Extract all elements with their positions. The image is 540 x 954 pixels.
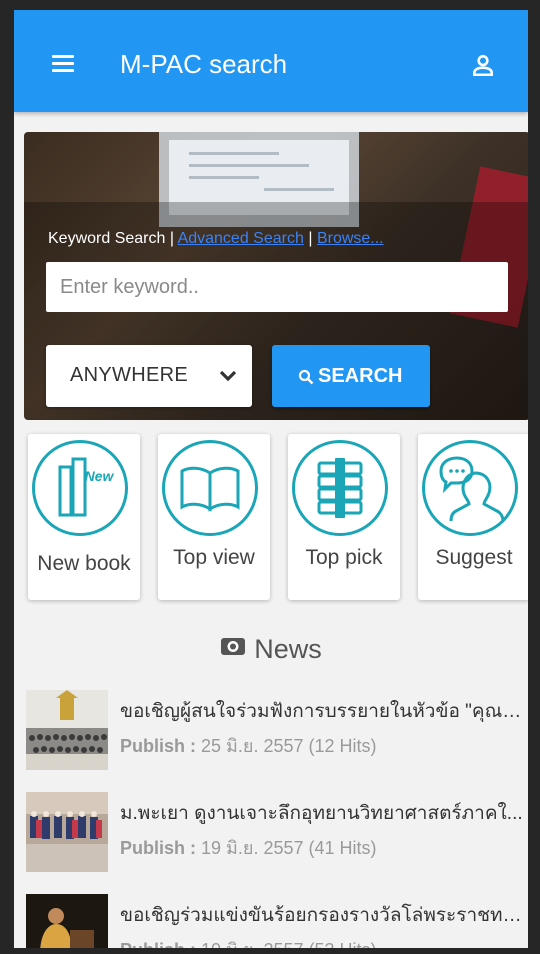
news-item-date: 25 มิ.ย. 2557 bbox=[201, 736, 304, 756]
hamburger-menu-icon[interactable] bbox=[48, 46, 82, 80]
user-account-icon[interactable] bbox=[470, 52, 500, 82]
svg-text:New: New bbox=[85, 468, 115, 484]
app-title: M-PAC search bbox=[120, 49, 288, 79]
news-thumbnail bbox=[26, 690, 108, 770]
news-item-meta: Publish : 10 มิ.ย. 2557 (53 Hits) bbox=[120, 935, 377, 948]
news-item-meta: Publish : 19 มิ.ย. 2557 (41 Hits) bbox=[120, 833, 377, 862]
search-hero-panel: Keyword Search | Advanced Search | Brows… bbox=[24, 132, 528, 420]
quick-link-label: Suggest bbox=[435, 546, 513, 569]
publish-label: Publish : bbox=[120, 940, 196, 948]
news-item[interactable]: ม.พะเยา ดูงานเจาะลึกอุทยานวิทยาศาสตร์ภาค… bbox=[26, 788, 528, 872]
news-item-hits: (53 Hits) bbox=[309, 940, 377, 948]
news-item-title[interactable]: ม.พะเยา ดูงานเจาะลึกอุทยานวิทยาศาสตร์ภาค… bbox=[120, 798, 524, 828]
chevron-down-icon bbox=[219, 370, 237, 382]
news-item-date: 19 มิ.ย. 2557 bbox=[201, 838, 304, 858]
news-item[interactable]: ขอเชิญผู้สนใจร่วมฟังการบรรยายในหัวข้อ "ค… bbox=[26, 686, 528, 770]
news-thumbnail bbox=[26, 792, 108, 872]
quick-link-label: New book bbox=[37, 552, 131, 575]
search-mode-row: Keyword Search | Advanced Search | Brows… bbox=[48, 230, 384, 248]
keyword-search-input[interactable] bbox=[46, 262, 508, 312]
publish-label: Publish : bbox=[120, 838, 196, 858]
quick-link-top-view[interactable]: Top view bbox=[158, 434, 270, 600]
app-bar: M-PAC search bbox=[14, 10, 528, 112]
open-book-icon bbox=[162, 440, 258, 536]
camera-icon bbox=[220, 633, 246, 664]
news-heading: News bbox=[14, 634, 528, 665]
news-thumbnail bbox=[26, 894, 108, 948]
search-scope-value: ANYWHERE bbox=[70, 364, 188, 386]
search-button-label: SEARCH bbox=[318, 365, 403, 387]
news-item-date: 10 มิ.ย. 2557 bbox=[201, 940, 303, 948]
quick-link-suggest[interactable]: Suggest bbox=[418, 434, 528, 600]
app-screen: M-PAC search Keyword Search | Advanced S… bbox=[14, 10, 528, 948]
quick-link-label: Top pick bbox=[305, 546, 383, 569]
news-item[interactable]: ขอเชิญร่วมแข่งขันร้อยกรองรางวัลโล่พระราช… bbox=[26, 890, 528, 948]
news-item-title[interactable]: ขอเชิญร่วมแข่งขันร้อยกรองรางวัลโล่พระราช… bbox=[120, 900, 524, 930]
quick-link-new-book[interactable]: New New book bbox=[28, 434, 140, 600]
search-icon bbox=[298, 369, 314, 385]
publish-label: Publish : bbox=[120, 736, 196, 756]
news-item-hits: (41 Hits) bbox=[308, 838, 377, 858]
news-item-meta: Publish : 25 มิ.ย. 2557 (12 Hits) bbox=[120, 731, 377, 760]
quick-link-label: Top view bbox=[173, 546, 255, 569]
suggest-person-icon bbox=[422, 440, 518, 536]
news-item-title[interactable]: ขอเชิญผู้สนใจร่วมฟังการบรรยายในหัวข้อ "ค… bbox=[120, 696, 524, 726]
browse-link[interactable]: Browse... bbox=[317, 230, 384, 247]
book-stack-icon bbox=[292, 440, 388, 536]
new-book-icon: New bbox=[32, 440, 128, 536]
news-item-hits: (12 Hits) bbox=[308, 736, 377, 756]
quick-link-top-pick[interactable]: Top pick bbox=[288, 434, 400, 600]
link-separator: | bbox=[308, 230, 313, 247]
search-button[interactable]: SEARCH bbox=[272, 345, 430, 407]
search-scope-dropdown[interactable]: ANYWHERE bbox=[46, 345, 252, 407]
advanced-search-link[interactable]: Advanced Search bbox=[178, 230, 304, 247]
keyword-search-label: Keyword Search | bbox=[48, 230, 174, 247]
news-title: News bbox=[254, 634, 322, 664]
